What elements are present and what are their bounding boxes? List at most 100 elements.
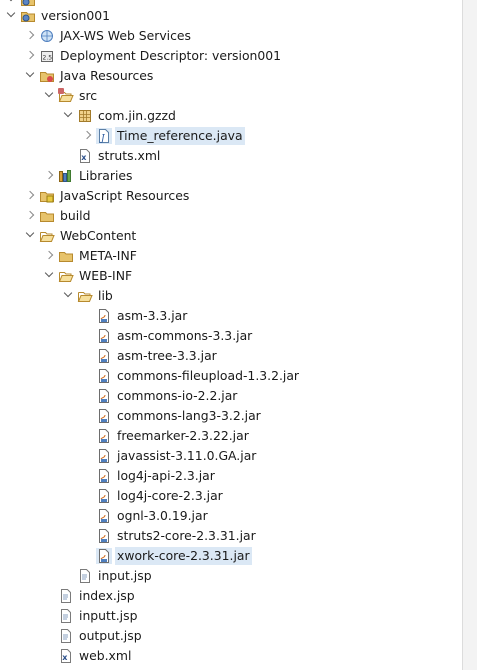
tree-row[interactable]: META-INF (0, 246, 139, 266)
svg-text:2.5: 2.5 (43, 55, 53, 62)
folder-icon (39, 208, 55, 224)
tree-row[interactable]: output.jsp (0, 626, 144, 646)
tree-row[interactable]: index.jsp (0, 586, 137, 606)
expand-twisty[interactable] (23, 46, 39, 66)
tree-row[interactable]: J Time_reference.java (0, 126, 245, 146)
tree-row[interactable]: inputt.jsp (0, 606, 139, 626)
collapse-twisty[interactable] (23, 226, 39, 246)
expand-twisty[interactable] (23, 186, 39, 206)
tree-row-label: Libraries (79, 168, 133, 183)
tree-row[interactable]: log4j-core-2.3.jar (0, 486, 225, 506)
tree-row[interactable]: xwork-core-2.3.31.jar (0, 546, 252, 566)
javascript-resources-icon (39, 188, 55, 204)
tree-row-label: asm-3.3.jar (117, 308, 188, 323)
tree-row-label: commons-fileupload-1.3.2.jar (117, 368, 300, 383)
tree-row[interactable]: Libraries (0, 166, 135, 186)
jsp-file-icon (58, 608, 74, 624)
tree-row-label: struts2-core-2.3.31.jar (117, 528, 256, 543)
tree-row[interactable]: asm-commons-3.3.jar (0, 326, 254, 346)
tree-row[interactable]: src (0, 86, 99, 106)
tree-row[interactable]: asm-3.3.jar (0, 306, 189, 326)
jar-icon (96, 488, 112, 504)
jar-icon (96, 388, 112, 404)
tree-row[interactable]: x struts.xml (0, 146, 162, 166)
collapse-twisty[interactable] (4, 6, 20, 26)
deployment-descriptor-icon: 2.5 (39, 48, 55, 64)
expand-twisty[interactable] (23, 26, 39, 46)
tree-row-label: log4j-api-2.3.jar (117, 468, 215, 483)
tree-row-label: Deployment Descriptor: version001 (60, 48, 282, 63)
tree-row[interactable]: asm-tree-3.3.jar (0, 346, 219, 366)
tree-row[interactable]: com.jin.gzzd (0, 106, 178, 126)
jar-icon (96, 348, 112, 364)
tree-row[interactable]: commons-fileupload-1.3.2.jar (0, 366, 301, 386)
jar-icon (96, 548, 112, 564)
folder-icon (58, 248, 74, 264)
tree-row-label: web.xml (79, 648, 132, 663)
tree-row[interactable]: ognl-3.0.19.jar (0, 506, 210, 526)
expand-twisty[interactable] (80, 126, 96, 146)
jar-icon (96, 328, 112, 344)
tree-row-label: ognl-3.0.19.jar (117, 508, 208, 523)
jar-icon (96, 308, 112, 324)
tree-row-label: version001 (41, 8, 111, 23)
tree-row[interactable]: freemarker-2.3.22.jar (0, 426, 251, 446)
tree-row-label: input.jsp (98, 568, 152, 583)
project-explorer-tree[interactable]: version001 JAX-WS Web Services 2.5 Deployme… (0, 0, 462, 670)
vertical-scrollbar[interactable] (462, 0, 477, 670)
tree-row[interactable]: JavaScript Resources (0, 186, 191, 206)
jar-icon (96, 368, 112, 384)
svg-text:x: x (81, 153, 87, 162)
tree-row[interactable]: x web.xml (0, 646, 133, 666)
expand-twisty[interactable] (42, 166, 58, 186)
tree-row[interactable]: javassist-3.11.0.GA.jar (0, 446, 258, 466)
jar-icon (96, 468, 112, 484)
collapse-twisty[interactable] (61, 106, 77, 126)
tree-row[interactable]: WebContent (0, 226, 138, 246)
web-services-icon (39, 28, 55, 44)
tree-row[interactable]: input.jsp (0, 566, 154, 586)
tree-row[interactable]: lib (0, 286, 115, 306)
collapse-twisty[interactable] (23, 66, 39, 86)
jar-icon (96, 428, 112, 444)
tree-row[interactable]: JAX-WS Web Services (0, 26, 193, 46)
tree-row-label: javassist-3.11.0.GA.jar (117, 448, 257, 463)
tree-row-label: asm-commons-3.3.jar (117, 328, 253, 343)
collapse-twisty[interactable] (42, 86, 58, 106)
tree-row[interactable]: WEB-INF (0, 266, 134, 286)
tree-row[interactable]: commons-io-2.2.jar (0, 386, 239, 406)
jar-icon (96, 448, 112, 464)
tree-row-label: inputt.jsp (79, 608, 138, 623)
tree-row[interactable]: build (0, 206, 92, 226)
tree-row[interactable]: commons-lang3-3.2.jar (0, 406, 263, 426)
expand-twisty[interactable] (23, 206, 39, 226)
tree-row-label: commons-lang3-3.2.jar (117, 408, 261, 423)
tree-row[interactable]: struts2-core-2.3.31.jar (0, 526, 258, 546)
folder-open-icon (39, 228, 55, 244)
tree-row[interactable]: 2.5 Deployment Descriptor: version001 (0, 46, 283, 66)
tree-row[interactable]: Java Resources (0, 66, 155, 86)
svg-text:x: x (62, 653, 68, 662)
tree-row[interactable]: log4j-api-2.3.jar (0, 466, 217, 486)
expand-twisty[interactable] (42, 246, 58, 266)
tree-row-label: build (60, 208, 91, 223)
tree-row-label: Java Resources (60, 68, 154, 83)
java-file-icon: J (96, 128, 112, 144)
tree-row[interactable]: version001 (0, 6, 112, 26)
collapse-twisty[interactable] (61, 286, 77, 306)
collapse-twisty[interactable] (42, 266, 58, 286)
folder-open-icon (58, 268, 74, 284)
